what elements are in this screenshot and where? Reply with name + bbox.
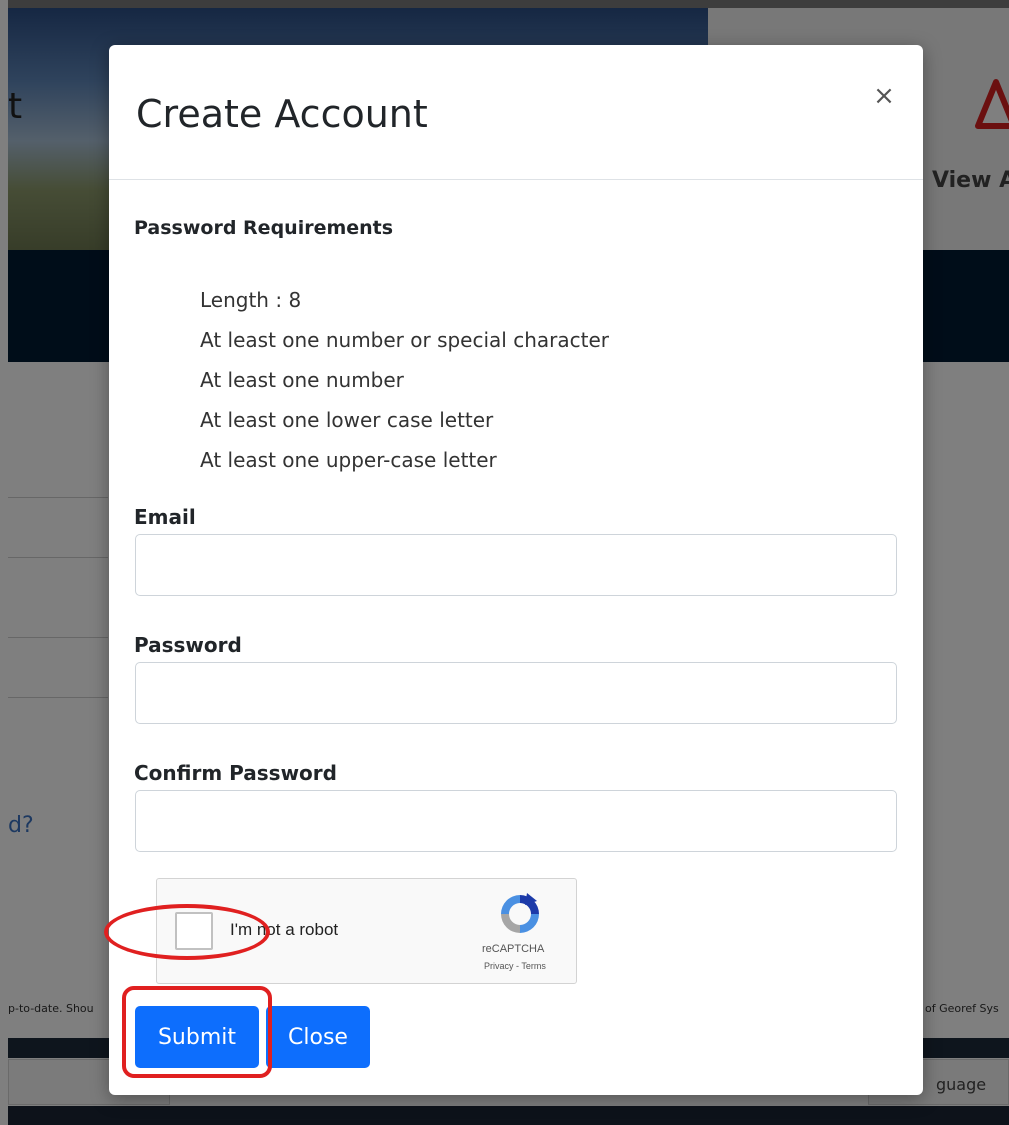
password-label: Password — [134, 633, 242, 657]
close-button[interactable]: Close — [266, 1006, 370, 1068]
close-icon[interactable]: × — [870, 82, 898, 110]
email-label: Email — [134, 505, 196, 529]
password-requirements-list: Length : 8 At least one number or specia… — [200, 280, 609, 480]
email-field[interactable] — [135, 534, 897, 596]
requirement-item: At least one number — [200, 368, 404, 392]
modal-title: Create Account — [136, 92, 428, 136]
requirement-item: At least one lower case letter — [200, 408, 494, 432]
annotation-rectangle — [122, 986, 272, 1078]
recaptcha-links: Privacy - Terms — [484, 961, 546, 971]
password-requirements-title: Password Requirements — [134, 217, 394, 239]
recaptcha-logo-icon — [501, 893, 539, 933]
requirement-item: Length : 8 — [200, 288, 302, 312]
annotation-ellipse — [104, 904, 270, 960]
requirement-item: At least one upper-case letter — [200, 448, 497, 472]
requirement-item: At least one number or special character — [200, 328, 609, 352]
modal-header: Create Account × — [109, 45, 923, 180]
recaptcha-terms-link[interactable]: Terms — [521, 961, 546, 971]
recaptcha-privacy-link[interactable]: Privacy — [484, 961, 514, 971]
confirm-password-label: Confirm Password — [134, 761, 337, 785]
confirm-password-field[interactable] — [135, 790, 897, 852]
password-field[interactable] — [135, 662, 897, 724]
recaptcha-brand: reCAPTCHA — [482, 943, 545, 955]
